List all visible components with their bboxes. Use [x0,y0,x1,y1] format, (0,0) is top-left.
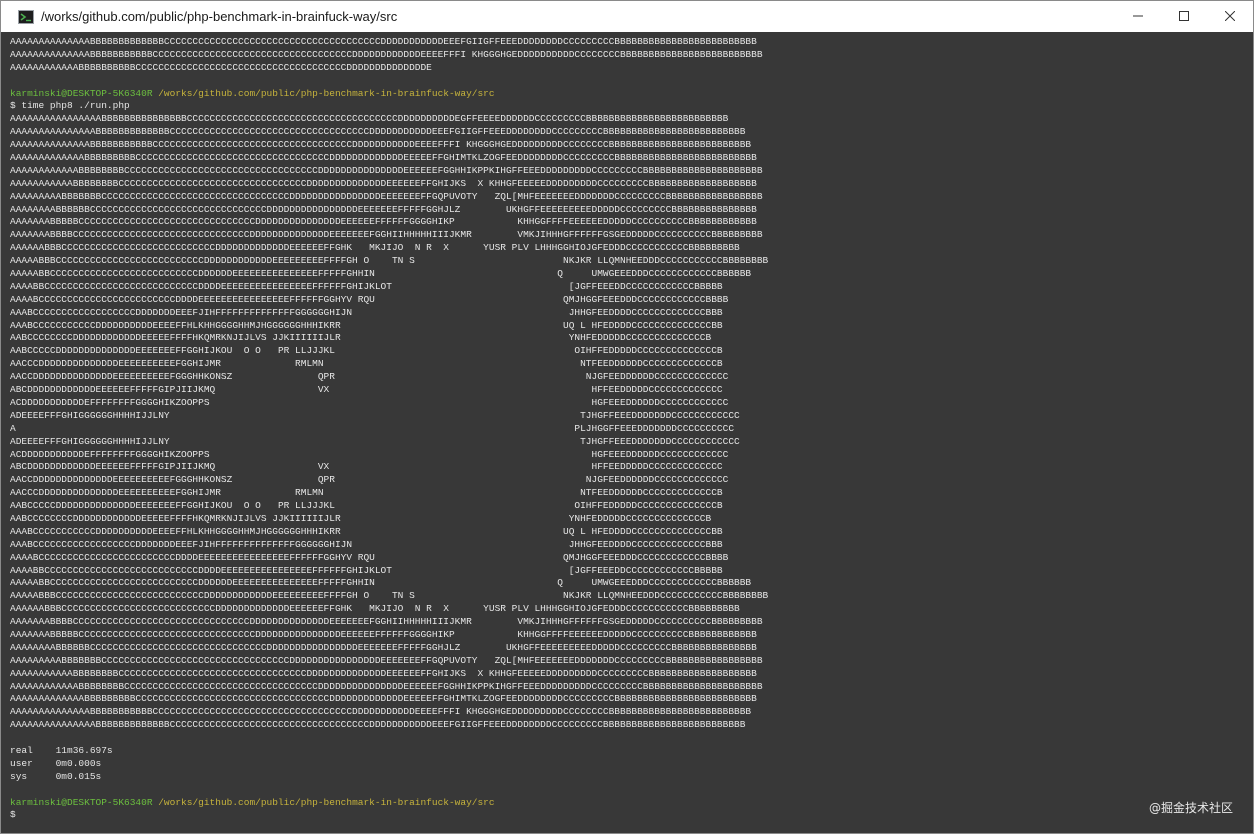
mandelbrot-line: AAAABBCCCCCCCCCCCCCCCCCCCCCCCCCCCDDDDEEE… [10,280,723,292]
mandelbrot-line: ADEEEEFFFGHIGGGGGGHHHHIJJLNY TJHGFFEEEDD… [10,435,740,447]
minimize-icon [1133,8,1143,26]
mandelbrot-line: AAAAAAABBBBBCCCCCCCCCCCCCCCCCCCCCCCCCCCC… [10,628,757,640]
mandelbrot-line: AAAAAAAAAAAAAABBBBBBBBBBBCCCCCCCCCCCCCCC… [10,706,752,718]
mandelbrot-line: AACCCDDDDDDDDDDDDDDEEEEEEEEEEFGGHIJMR RM… [10,487,723,499]
mandelbrot-line: AAAAAAAAAAABBBBBBBBCCCCCCCCCCCCCCCCCCCCC… [10,667,757,679]
prompt-path: /works/github.com/public/php-benchmark-i… [158,87,495,99]
mandelbrot-line: AAAABBCCCCCCCCCCCCCCCCCCCCCCCCCCCDDDDEEE… [10,564,723,576]
mandelbrot-line: AAAAAAAABBBBBBCCCCCCCCCCCCCCCCCCCCCCCCCC… [10,203,757,215]
mandelbrot-line: AAAAAAAAAAAABBBBBBBBCCCCCCCCCCCCCCCCCCCC… [10,680,763,692]
mandelbrot-line: ABCDDDDDDDDDDDDEEEEEEFFFFFGIPJIIJKMQ VX … [10,384,723,396]
minimize-button[interactable] [1115,1,1161,32]
mandelbrot-line: ADEEEEFFFGHIGGGGGGHHHHIJJLNY TJHGFFEEEDD… [10,409,740,421]
mandelbrot-line: AAAAAAAAAAAAAAAABBBBBBBBBBBBBBBCCCCCCCCC… [10,113,729,125]
mandelbrot-line: AAAAAABBBCCCCCCCCCCCCCCCCCCCCCCCCCCCDDDD… [10,603,740,615]
mandelbrot-line: AAABCCCCCCCCCCCCCCCCCCDDDDDDDEEEFJIHFFFF… [10,306,723,318]
mandelbrot-line: AABCCCCCDDDDDDDDDDDDDDEEEEEEEFFGGHIJKOU … [10,500,723,512]
terminal-output[interactable]: AAAAAAAAAAAAAABBBBBBBBBBBBBCCCCCCCCCCCCC… [1,32,1253,833]
mandelbrot-line: AAABCCCCCCCCCCCDDDDDDDDDDEEEEFFHLKHHGGGG… [10,525,723,537]
output-line: AAAAAAAAAAAABBBBBBBBBBCCCCCCCCCCCCCCCCCC… [10,61,432,73]
mandelbrot-line: AAAAAAAAAAAAAABBBBBBBBBBBCCCCCCCCCCCCCCC… [10,139,752,151]
close-icon [1224,8,1236,26]
mandelbrot-line: ACDDDDDDDDDDDEFFFFFFFFGGGGHIKZOOPPS HGFE… [10,448,729,460]
mandelbrot-line: AAAAAAAAAAABBBBBBBBCCCCCCCCCCCCCCCCCCCCC… [10,177,757,189]
prompt-user: karminski@DESKTOP-5K6340R [10,796,153,808]
timing-real: real 11m36.697s [10,744,113,756]
maximize-icon [1179,8,1189,26]
mandelbrot-line: AAAABCCCCCCCCCCCCCCCCCCCCCCCCDDDDEEEEEEE… [10,551,729,563]
mandelbrot-output: AAAAAAAAAAAAAAAABBBBBBBBBBBBBBBCCCCCCCCC… [10,113,1253,732]
mandelbrot-line: AACCDDDDDDDDDDDDDDEEEEEEEEEEFGGGHHKONSZ … [10,474,729,486]
window-controls [1115,1,1253,32]
mandelbrot-line: AAABCCCCCCCCCCCDDDDDDDDDDEEEEFFHLKHHGGGG… [10,319,723,331]
timing-sys: sys 0m0.015s [10,770,102,782]
command-line: $ time php8 ./run.php [10,100,130,112]
maximize-button[interactable] [1161,1,1207,32]
mandelbrot-line: AAAAAAABBBBCCCCCCCCCCCCCCCCCCCCCCCCCCCCC… [10,229,763,241]
mandelbrot-line: A PLJHGGFFEEEDDDDDDDCCCCCCCCCC [10,422,735,434]
mandelbrot-line: AAAAAAAAABBBBBBBCCCCCCCCCCCCCCCCCCCCCCCC… [10,190,763,202]
mandelbrot-line: AAAABCCCCCCCCCCCCCCCCCCCCCCCCDDDDEEEEEEE… [10,293,729,305]
mandelbrot-line: AAAAABBBCCCCCCCCCCCCCCCCCCCCCCCCCCDDDDDD… [10,590,769,602]
mandelbrot-line: AAAAAAAAAAAAAAABBBBBBBBBBBBBCCCCCCCCCCCC… [10,719,746,731]
timing-user: user 0m0.000s [10,757,102,769]
title-bar[interactable]: /works/github.com/public/php-benchmark-i… [1,1,1253,32]
mandelbrot-line: AAAAAAABBBBBCCCCCCCCCCCCCCCCCCCCCCCCCCCC… [10,216,757,228]
mandelbrot-line: AAAAAAAABBBBBBCCCCCCCCCCCCCCCCCCCCCCCCCC… [10,641,757,653]
mandelbrot-line: AACCCDDDDDDDDDDDDDDEEEEEEEEEEFGGHIJMR RM… [10,358,723,370]
mandelbrot-line: AABCCCCCCCCDDDDDDDDDDDDEEEEEFFFFHKQMRKNJ… [10,332,712,344]
terminal-icon [18,9,34,24]
cursor-line[interactable]: $ [10,809,1253,822]
output-line: AAAAAAAAAAAAAABBBBBBBBBBBCCCCCCCCCCCCCCC… [10,48,763,60]
mandelbrot-line: AAAAAAAAAAAABBBBBBBBCCCCCCCCCCCCCCCCCCCC… [10,164,763,176]
mandelbrot-line: AABCCCCCCCCDDDDDDDDDDDDEEEEEFFFFHKQMRKNJ… [10,512,712,524]
mandelbrot-line: AABCCCCCDDDDDDDDDDDDDDEEEEEEEFFGGHIJKOU … [10,345,723,357]
mandelbrot-line: AAAAAAAAAAAAAAABBBBBBBBBBBBBCCCCCCCCCCCC… [10,126,746,138]
mandelbrot-line: AAAAABBBCCCCCCCCCCCCCCCCCCCCCCCCCCDDDDDD… [10,255,769,267]
mandelbrot-line: ABCDDDDDDDDDDDDEEEEEEFFFFFGIPJIIJKMQ VX … [10,461,723,473]
mandelbrot-line: AAAAAABBBCCCCCCCCCCCCCCCCCCCCCCCCCCCDDDD… [10,242,740,254]
mandelbrot-line: AACCDDDDDDDDDDDDDDEEEEEEEEEEFGGGHHKONSZ … [10,371,729,383]
prompt-line: karminski@DESKTOP-5K6340R /works/github.… [10,797,1253,810]
window-title: /works/github.com/public/php-benchmark-i… [41,9,398,24]
mandelbrot-line: AAAAAAAAAAAAABBBBBBBBBCCCCCCCCCCCCCCCCCC… [10,152,757,164]
close-button[interactable] [1207,1,1253,32]
mandelbrot-line: AAAAAAAAABBBBBBBCCCCCCCCCCCCCCCCCCCCCCCC… [10,654,763,666]
mandelbrot-line: AAAAAAABBBBCCCCCCCCCCCCCCCCCCCCCCCCCCCCC… [10,616,763,628]
mandelbrot-line: AAAAABBCCCCCCCCCCCCCCCCCCCCCCCCCCDDDDDDE… [10,268,752,280]
output-line: AAAAAAAAAAAAAABBBBBBBBBBBBBCCCCCCCCCCCCC… [10,36,757,47]
prompt-user: karminski@DESKTOP-5K6340R [10,87,153,99]
prompt-line: karminski@DESKTOP-5K6340R /works/github.… [10,88,1253,101]
prompt-path: /works/github.com/public/php-benchmark-i… [158,796,495,808]
mandelbrot-line: AAAAABBCCCCCCCCCCCCCCCCCCCCCCCCCCDDDDDDE… [10,577,752,589]
watermark: @掘金技术社区 [1148,801,1233,815]
terminal-window: /works/github.com/public/php-benchmark-i… [0,0,1254,834]
mandelbrot-line: ACDDDDDDDDDDDEFFFFFFFFGGGGHIKZOOPPS HGFE… [10,396,729,408]
mandelbrot-line: AAABCCCCCCCCCCCCCCCCCCDDDDDDDEEEFJIHFFFF… [10,538,723,550]
mandelbrot-line: AAAAAAAAAAAAABBBBBBBBBCCCCCCCCCCCCCCCCCC… [10,693,757,705]
